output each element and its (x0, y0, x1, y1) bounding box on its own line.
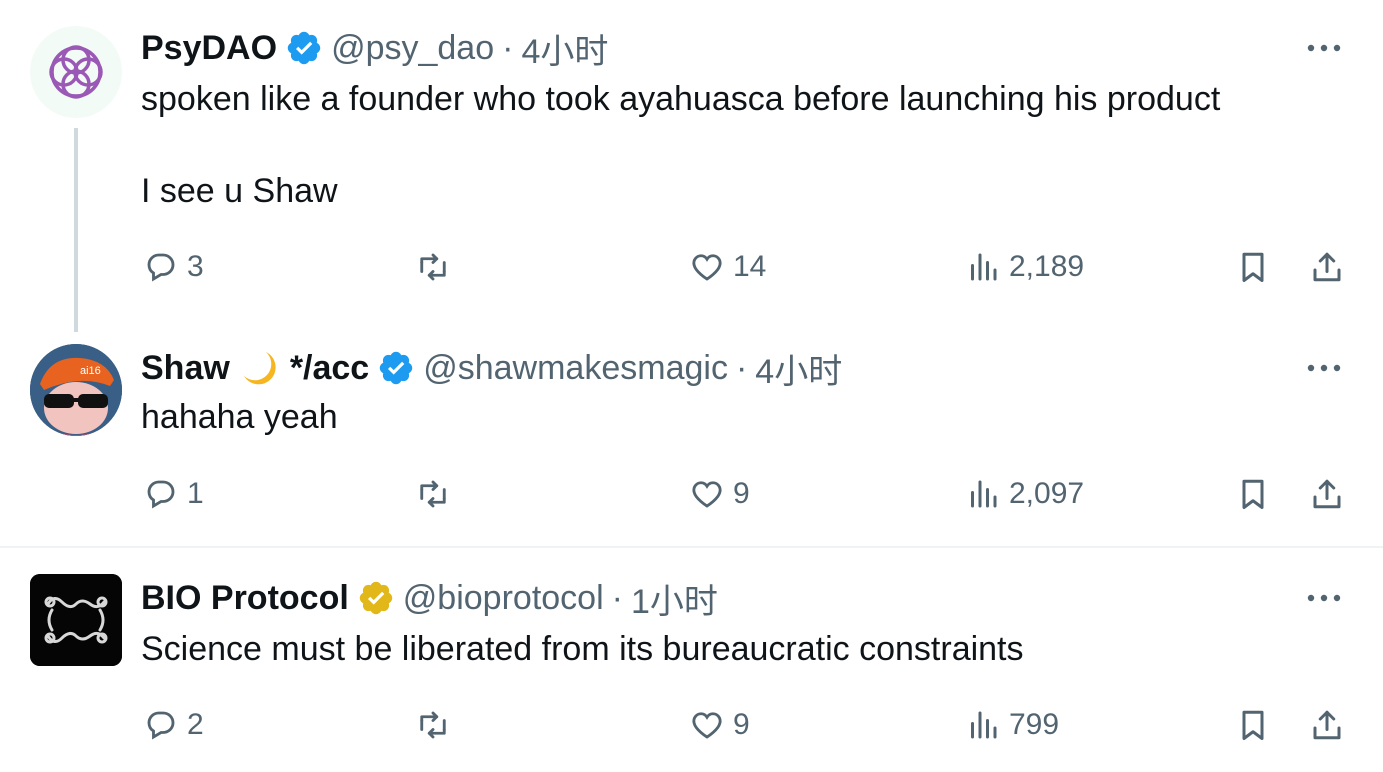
share-icon (1313, 710, 1341, 740)
more-icon[interactable] (1305, 38, 1343, 58)
views-count: 2,097 (1009, 477, 1085, 510)
moon-emoji-icon (243, 352, 276, 385)
views-button[interactable]: 2,189 (965, 244, 1084, 290)
reply-count: 2 (187, 708, 204, 741)
like-icon (692, 254, 722, 281)
reply-count: 3 (187, 250, 204, 283)
reply-count: 1 (187, 477, 204, 510)
avatar-shaw[interactable]: ai16 (30, 344, 122, 436)
retweet-button[interactable] (415, 471, 459, 517)
handle[interactable]: @psy_dao (331, 29, 494, 68)
bookmark-icon (1242, 479, 1264, 509)
separator-dot: · (502, 28, 514, 67)
like-button[interactable]: 14 (689, 244, 766, 290)
display-name[interactable]: Shaw (141, 349, 230, 388)
avatar-psydao[interactable] (30, 26, 122, 118)
psydao-logo-icon (49, 45, 103, 99)
tweet-shaw[interactable]: ai16 Shaw */acc @shawmakesmagic · 4小时 ha… (0, 330, 1383, 546)
tweet-bioprotocol[interactable]: BIO Protocol @bioprotocol · 1小时 Science … (0, 548, 1383, 772)
like-icon (692, 712, 722, 739)
share-icon (1313, 479, 1341, 509)
retweet-icon (420, 711, 446, 739)
retweet-icon (420, 480, 446, 508)
bookmark-button[interactable] (1235, 471, 1271, 517)
display-name[interactable]: BIO Protocol (141, 579, 349, 618)
more-icon[interactable] (1305, 588, 1343, 608)
thread-connector-line (74, 128, 78, 332)
like-button[interactable]: 9 (689, 702, 750, 748)
separator-dot: · (611, 578, 623, 617)
like-count: 9 (733, 477, 750, 510)
display-name[interactable]: PsyDAO (141, 29, 277, 68)
bookmark-button[interactable] (1235, 244, 1271, 290)
like-icon (692, 481, 722, 508)
display-name-suffix[interactable]: */acc (290, 349, 369, 388)
timestamp[interactable]: 1小时 (631, 574, 718, 623)
separator-dot: · (735, 348, 748, 387)
views-button[interactable]: 2,097 (965, 471, 1084, 517)
reply-button[interactable]: 1 (143, 471, 204, 517)
like-button[interactable]: 9 (689, 471, 750, 517)
tweet-text: hahaha yeah (141, 398, 338, 436)
tweet-actions: 1 9 2,097 (141, 471, 1351, 517)
tweet-psydao[interactable]: PsyDAO @psy_dao · 4小时 spoken like a foun… (0, 0, 1383, 330)
tweet-actions: 3 14 2,189 (141, 244, 1351, 290)
bookmark-icon (1242, 252, 1264, 282)
reply-button[interactable]: 3 (143, 244, 204, 290)
like-count: 9 (733, 708, 750, 741)
svg-text:ai16: ai16 (80, 365, 101, 377)
views-icon (971, 253, 997, 281)
tweet-text: spoken like a founder who took ayahuasca… (141, 80, 1221, 210)
tweet-text: Science must be liberated from its burea… (141, 630, 1024, 668)
views-icon (971, 480, 997, 508)
bookmark-button[interactable] (1235, 702, 1271, 748)
views-icon (971, 711, 997, 739)
handle[interactable]: @bioprotocol (403, 579, 604, 618)
bookmark-icon (1242, 710, 1264, 740)
views-count: 799 (1009, 708, 1060, 741)
tweet-actions: 2 9 799 (141, 702, 1351, 748)
reply-icon (147, 711, 175, 740)
views-button[interactable]: 799 (965, 702, 1059, 748)
reply-icon (147, 480, 175, 509)
more-icon[interactable] (1305, 358, 1343, 378)
timestamp[interactable]: 4小时 (521, 24, 608, 73)
tweet-header: PsyDAO @psy_dao · 4小时 (141, 28, 608, 71)
verified-badge-icon[interactable] (285, 29, 323, 67)
avatar-bioprotocol[interactable] (30, 574, 122, 666)
retweet-button[interactable] (415, 244, 459, 290)
like-count: 14 (733, 250, 767, 283)
reply-button[interactable]: 2 (143, 702, 204, 748)
views-count: 2,189 (1009, 250, 1085, 283)
share-button[interactable] (1309, 702, 1345, 748)
share-button[interactable] (1309, 244, 1345, 290)
bio-protocol-logo-icon (30, 574, 122, 666)
retweet-button[interactable] (415, 702, 459, 748)
shaw-avatar-icon: ai16 (30, 344, 122, 436)
retweet-icon (420, 253, 446, 281)
reply-icon (147, 253, 175, 282)
tweet-header: BIO Protocol @bioprotocol · 1小时 (141, 578, 718, 621)
verified-badge-icon[interactable] (357, 579, 395, 617)
share-icon (1313, 252, 1341, 282)
verified-badge-icon[interactable] (377, 349, 415, 387)
share-button[interactable] (1309, 471, 1345, 517)
handle[interactable]: @shawmakesmagic (423, 349, 728, 388)
tweet-header: Shaw */acc @shawmakesmagic · 4小时 (141, 348, 842, 391)
timestamp[interactable]: 4小时 (755, 344, 842, 393)
